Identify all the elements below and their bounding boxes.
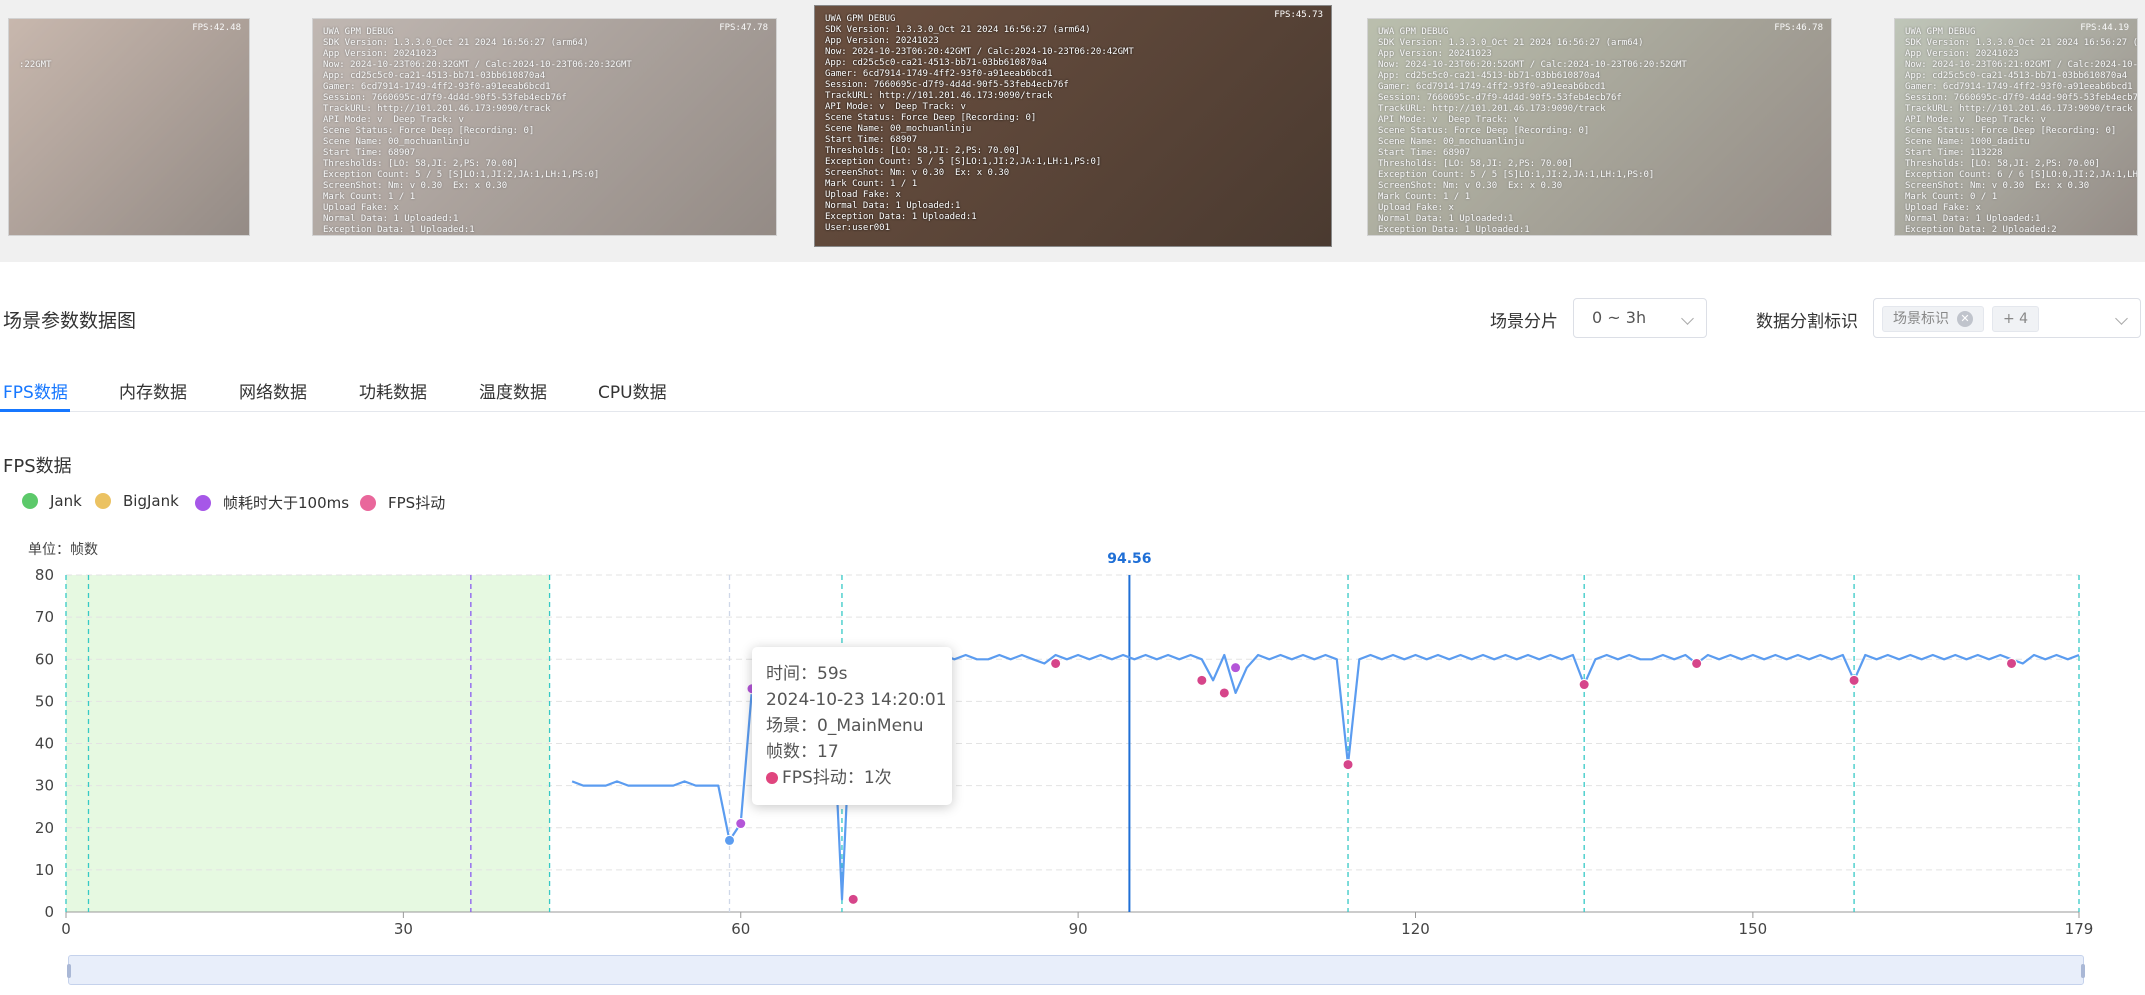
event-point	[1578, 679, 1590, 691]
y-tick-label: 30	[35, 777, 54, 795]
split-label: 数据分割标识	[1756, 312, 1858, 332]
tab-power[interactable]: 功耗数据	[359, 378, 427, 403]
screenshot-debug-text: UWA GPM DEBUG SDK Version: 1.3.3.0_Oct 2…	[825, 14, 1134, 233]
zoom-handle-right[interactable]	[2081, 964, 2085, 978]
screenshot-fps: FPS:46.78	[1774, 23, 1823, 33]
screenshot-thumb[interactable]: FPS:45.73 UWA GPM DEBUG SDK Version: 1.3.…	[814, 5, 1332, 247]
y-tick-label: 80	[35, 566, 54, 584]
event-point	[1342, 759, 1354, 771]
x-tick-label: 60	[731, 920, 750, 938]
tab-temperature[interactable]: 温度数据	[479, 378, 547, 403]
screenshot-thumb[interactable]: FPS:44.19 UWA GPM DEBUG SDK Version: 1.3.…	[1894, 18, 2138, 236]
screenshot-debug-text: :22GMT	[19, 60, 52, 70]
screenshot-thumb[interactable]: FPS:46.78 UWA GPM DEBUG SDK Version: 1.3.…	[1367, 18, 1832, 236]
event-point	[1196, 674, 1208, 686]
event-point	[735, 818, 747, 830]
tooltip-event-label: FPS抖动：1次	[782, 768, 892, 788]
zoom-handle-left[interactable]	[67, 964, 71, 978]
legend-label: 帧耗时大于100ms	[223, 494, 350, 512]
legend-label: BigJank	[123, 492, 179, 510]
legend-item-bigjank[interactable]: BigJank	[95, 492, 179, 510]
tooltip-event-dot	[766, 772, 778, 784]
tooltip-scene: 场景：0_MainMenu	[766, 716, 924, 736]
legend-dot	[95, 493, 111, 509]
legend-dot	[195, 494, 211, 511]
x-tick-label: 179	[2065, 920, 2094, 938]
y-tick-label: 70	[35, 608, 54, 626]
tab-fps[interactable]: FPS数据	[3, 378, 68, 403]
close-icon[interactable]: ✕	[1957, 311, 1973, 327]
y-tick-label: 40	[35, 735, 54, 753]
screenshot-strip: FPS:42.48 :22GMT FPS:47.78 UWA GPM DEBUG …	[0, 0, 2145, 262]
legend-label: FPS抖动	[388, 494, 446, 512]
x-tick-label: 30	[394, 920, 413, 938]
y-tick-label: 10	[35, 861, 54, 879]
tooltip-event: FPS抖动：1次	[766, 765, 952, 791]
event-point	[2006, 657, 2018, 669]
legend-item-jank[interactable]: Jank	[22, 492, 82, 510]
legend-label: Jank	[50, 492, 82, 510]
legend-dot	[360, 494, 376, 511]
x-tick-label: 150	[1739, 920, 1768, 938]
screenshot-debug-text: UWA GPM DEBUG SDK Version: 1.3.3.0_Oct 2…	[1905, 27, 2138, 235]
screenshot-debug-text: UWA GPM DEBUG SDK Version: 1.3.3.0_Oct 2…	[323, 27, 632, 235]
scene-slice-select[interactable]: 0 ~ 3h	[1573, 298, 1707, 338]
screenshot-fps: FPS:42.48	[192, 23, 241, 33]
chart-title: FPS数据	[3, 456, 72, 477]
legend-item-fps-jitter[interactable]: FPS抖动	[360, 492, 445, 513]
tooltip-fps: 帧数：17	[766, 742, 839, 762]
event-point	[724, 834, 736, 846]
section-title: 场景参数数据图	[3, 310, 137, 332]
y-tick-label: 0	[44, 903, 54, 921]
x-tick-label: 0	[61, 920, 71, 938]
y-tick-label: 20	[35, 819, 54, 837]
event-point	[847, 893, 859, 905]
screenshot-thumb[interactable]: FPS:42.48 :22GMT	[8, 18, 250, 236]
scene-slice-value: 0 ~ 3h	[1592, 308, 1647, 327]
event-point	[1218, 687, 1230, 699]
fps-line-chart[interactable]: 0 10 20 30 40 50 60 70 80 0 30 60 90 120 150 179 94.56	[0, 545, 2145, 945]
y-tick-label: 60	[35, 650, 54, 668]
tooltip-datetime: 2024-10-23 14:20:01	[766, 690, 947, 710]
tab-memory[interactable]: 内存数据	[119, 378, 187, 403]
x-tick-label: 90	[1069, 920, 1088, 938]
split-more-tag: + 4	[1992, 306, 2040, 332]
legend-item-frame-over-100ms[interactable]: 帧耗时大于100ms	[195, 492, 349, 513]
y-tick-label: 50	[35, 692, 54, 710]
chevron-down-icon	[2115, 312, 2128, 325]
active-tab-indicator	[0, 409, 70, 412]
chart-tooltip: 时间：59s 2024-10-23 14:20:01 场景：0_MainMenu…	[752, 647, 952, 805]
event-point	[1691, 657, 1703, 669]
tab-network[interactable]: 网络数据	[239, 378, 307, 403]
screenshot-thumb[interactable]: FPS:47.78 UWA GPM DEBUG SDK Version: 1.3.…	[312, 18, 777, 236]
chevron-down-icon	[1681, 312, 1694, 325]
split-select[interactable]: 场景标识 ✕ + 4	[1873, 298, 2141, 338]
x-tick-label: 120	[1401, 920, 1430, 938]
tooltip-time: 时间：59s	[766, 664, 848, 684]
screenshot-fps: FPS:45.73	[1274, 10, 1323, 20]
event-point	[1848, 674, 1860, 686]
tab-cpu[interactable]: CPU数据	[598, 378, 667, 403]
cursor-label: 94.56	[1107, 551, 1151, 567]
legend-dot	[22, 493, 38, 509]
zoom-slider[interactable]	[67, 955, 2085, 985]
screenshot-fps: FPS:47.78	[719, 23, 768, 33]
event-point	[1050, 657, 1062, 669]
tabs-divider	[0, 411, 2145, 412]
screenshot-debug-text: UWA GPM DEBUG SDK Version: 1.3.3.0_Oct 2…	[1378, 27, 1687, 235]
split-tag-label: 场景标识	[1893, 311, 1949, 327]
split-tag[interactable]: 场景标识 ✕	[1882, 306, 1984, 332]
event-point	[1230, 662, 1242, 674]
scene-slice-label: 场景分片	[1490, 312, 1558, 332]
